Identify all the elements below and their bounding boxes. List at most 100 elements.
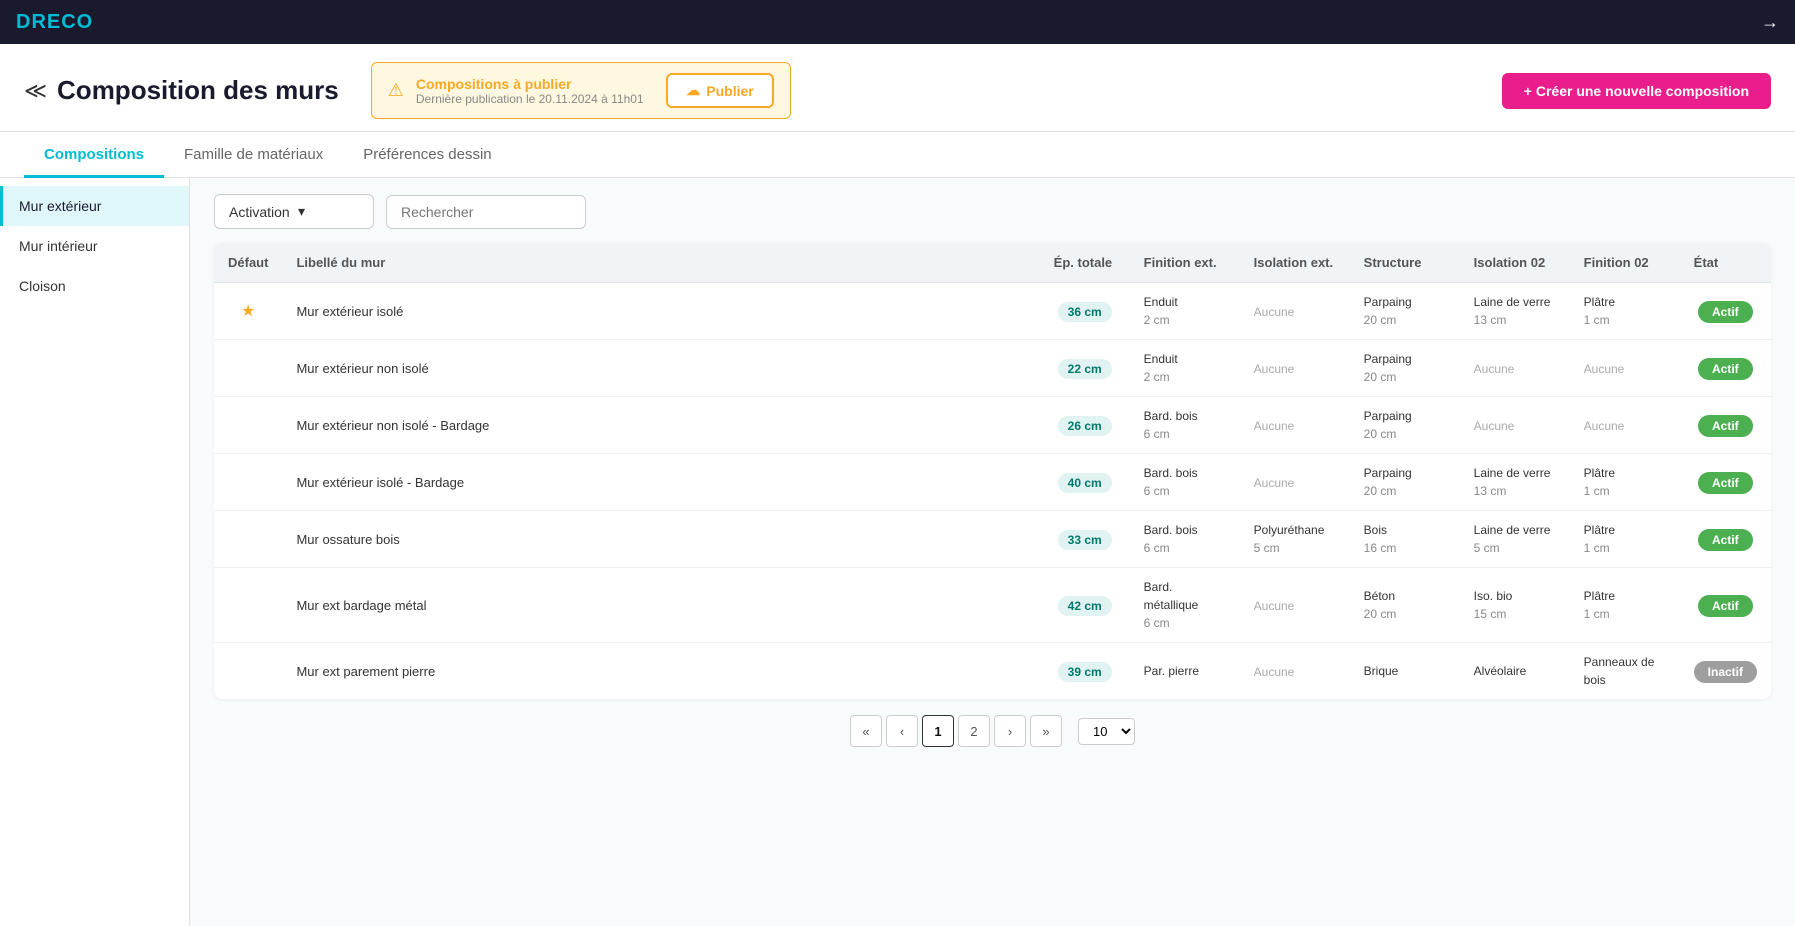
star-icon: ★ bbox=[241, 303, 255, 320]
col-header-etat: État bbox=[1680, 243, 1771, 283]
table-row[interactable]: Mur extérieur isolé - Bardage40 cmBard. … bbox=[214, 454, 1771, 511]
cell-structure: Bois16 cm bbox=[1350, 511, 1460, 568]
cell-isolation02: Laine de verre13 cm bbox=[1460, 454, 1570, 511]
compositions-table: Défaut Libellé du mur Ép. totale Finitio… bbox=[214, 243, 1771, 699]
tab-famille[interactable]: Famille de matériaux bbox=[164, 132, 343, 178]
pagination-page-1[interactable]: 1 bbox=[922, 715, 954, 747]
cell-isolation02: Aucune bbox=[1460, 340, 1570, 397]
banner-title: Compositions à publier bbox=[416, 76, 654, 92]
cell-ep: 39 cm bbox=[1040, 643, 1130, 700]
cell-ep: 26 cm bbox=[1040, 397, 1130, 454]
pagination-first[interactable]: « bbox=[850, 715, 882, 747]
cell-ep: 33 cm bbox=[1040, 511, 1130, 568]
cell-finition02: Plâtre1 cm bbox=[1570, 568, 1680, 643]
pagination-next[interactable]: › bbox=[994, 715, 1026, 747]
table-row[interactable]: Mur ossature bois33 cmBard. bois6 cmPoly… bbox=[214, 511, 1771, 568]
activation-dropdown[interactable]: Activation ▾ bbox=[214, 194, 374, 229]
cell-libelle: Mur extérieur isolé - Bardage bbox=[282, 454, 1039, 511]
col-header-structure: Structure bbox=[1350, 243, 1460, 283]
back-icon: ≪ bbox=[24, 78, 47, 104]
table-area: Activation ▾ Défaut Libellé du mur Ép. t… bbox=[190, 178, 1795, 926]
status-badge: Actif bbox=[1698, 301, 1753, 323]
sidebar-item-mur-interieur[interactable]: Mur intérieur bbox=[0, 226, 189, 266]
pagination-page-2[interactable]: 2 bbox=[958, 715, 990, 747]
status-badge: Actif bbox=[1698, 529, 1753, 551]
page-title-area: ≪ Composition des murs bbox=[24, 75, 339, 106]
pagination-prev[interactable]: ‹ bbox=[886, 715, 918, 747]
warning-icon: ⚠ bbox=[388, 80, 404, 101]
pagination-last[interactable]: » bbox=[1030, 715, 1062, 747]
cell-libelle: Mur extérieur non isolé - Bardage bbox=[282, 397, 1039, 454]
tabs-bar: Compositions Famille de matériaux Préfér… bbox=[0, 132, 1795, 178]
banner-text: Compositions à publier Dernière publicat… bbox=[416, 76, 654, 106]
sidebar-item-cloison[interactable]: Cloison bbox=[0, 266, 189, 306]
cell-default bbox=[214, 454, 282, 511]
cell-ep: 42 cm bbox=[1040, 568, 1130, 643]
status-badge: Inactif bbox=[1694, 661, 1757, 683]
cell-isolation02: Laine de verre5 cm bbox=[1460, 511, 1570, 568]
cell-etat: Actif bbox=[1680, 397, 1771, 454]
activation-label: Activation bbox=[229, 204, 290, 220]
tab-preferences[interactable]: Préférences dessin bbox=[343, 132, 511, 178]
cell-etat: Inactif bbox=[1680, 643, 1771, 700]
cell-etat: Actif bbox=[1680, 568, 1771, 643]
cell-finition-ext: Bard. bois6 cm bbox=[1130, 397, 1240, 454]
cell-isolation02: Laine de verre13 cm bbox=[1460, 283, 1570, 340]
table-row[interactable]: Mur ext parement pierre39 cmPar. pierreA… bbox=[214, 643, 1771, 700]
cell-structure: Parpaing20 cm bbox=[1350, 454, 1460, 511]
per-page-select[interactable]: 5 10 20 50 bbox=[1078, 718, 1135, 745]
header-area: ≪ Composition des murs ⚠ Compositions à … bbox=[0, 44, 1795, 132]
cell-isolation-ext: Polyuréthane5 cm bbox=[1240, 511, 1350, 568]
table-row[interactable]: Mur extérieur non isolé22 cmEnduit2 cmAu… bbox=[214, 340, 1771, 397]
col-header-isolation-ext: Isolation ext. bbox=[1240, 243, 1350, 283]
cell-structure: Brique bbox=[1350, 643, 1460, 700]
create-composition-button[interactable]: + Créer une nouvelle composition bbox=[1502, 73, 1771, 109]
cell-etat: Actif bbox=[1680, 283, 1771, 340]
cell-isolation-ext: Aucune bbox=[1240, 568, 1350, 643]
status-badge: Actif bbox=[1698, 595, 1753, 617]
cell-ep: 22 cm bbox=[1040, 340, 1130, 397]
main-content: Mur extérieur Mur intérieur Cloison Acti… bbox=[0, 178, 1795, 926]
cell-ep: 36 cm bbox=[1040, 283, 1130, 340]
cell-etat: Actif bbox=[1680, 454, 1771, 511]
cell-finition-ext: Enduit2 cm bbox=[1130, 340, 1240, 397]
sidebar-item-mur-exterieur[interactable]: Mur extérieur bbox=[0, 186, 189, 226]
header-right: + Créer une nouvelle composition bbox=[1502, 73, 1771, 109]
cell-finition-ext: Enduit2 cm bbox=[1130, 283, 1240, 340]
status-badge: Actif bbox=[1698, 472, 1753, 494]
publish-banner: ⚠ Compositions à publier Dernière public… bbox=[371, 62, 791, 119]
sidebar: Mur extérieur Mur intérieur Cloison bbox=[0, 178, 190, 926]
cell-libelle: Mur extérieur non isolé bbox=[282, 340, 1039, 397]
cell-structure: Parpaing20 cm bbox=[1350, 283, 1460, 340]
col-header-finition02: Finition 02 bbox=[1570, 243, 1680, 283]
col-header-finition-ext: Finition ext. bbox=[1130, 243, 1240, 283]
cell-finition02: Aucune bbox=[1570, 340, 1680, 397]
cell-isolation-ext: Aucune bbox=[1240, 643, 1350, 700]
publish-button[interactable]: ☁ Publier bbox=[666, 73, 773, 108]
cell-default bbox=[214, 511, 282, 568]
topbar: DRECO → bbox=[0, 0, 1795, 44]
cell-default bbox=[214, 397, 282, 454]
cell-structure: Parpaing20 cm bbox=[1350, 340, 1460, 397]
table-row[interactable]: ★ Mur extérieur isolé36 cmEnduit2 cmAucun… bbox=[214, 283, 1771, 340]
publish-label: Publier bbox=[706, 83, 753, 99]
cell-default bbox=[214, 643, 282, 700]
logout-icon[interactable]: → bbox=[1761, 12, 1779, 33]
cell-finition02: Plâtre1 cm bbox=[1570, 454, 1680, 511]
search-input[interactable] bbox=[386, 195, 586, 229]
cell-libelle: Mur ext parement pierre bbox=[282, 643, 1039, 700]
cell-isolation-ext: Aucune bbox=[1240, 283, 1350, 340]
cell-isolation-ext: Aucune bbox=[1240, 340, 1350, 397]
tab-compositions[interactable]: Compositions bbox=[24, 132, 164, 178]
cloud-icon: ☁ bbox=[686, 82, 700, 99]
cell-isolation02: Aucune bbox=[1460, 397, 1570, 454]
col-header-default: Défaut bbox=[214, 243, 282, 283]
cell-libelle: Mur extérieur isolé bbox=[282, 283, 1039, 340]
cell-finition-ext: Bard. bois6 cm bbox=[1130, 454, 1240, 511]
table-row[interactable]: Mur ext bardage métal42 cmBard. métalliq… bbox=[214, 568, 1771, 643]
cell-libelle: Mur ext bardage métal bbox=[282, 568, 1039, 643]
table-row[interactable]: Mur extérieur non isolé - Bardage26 cmBa… bbox=[214, 397, 1771, 454]
status-badge: Actif bbox=[1698, 358, 1753, 380]
page-title: Composition des murs bbox=[57, 75, 339, 106]
filter-row: Activation ▾ bbox=[214, 194, 1771, 229]
